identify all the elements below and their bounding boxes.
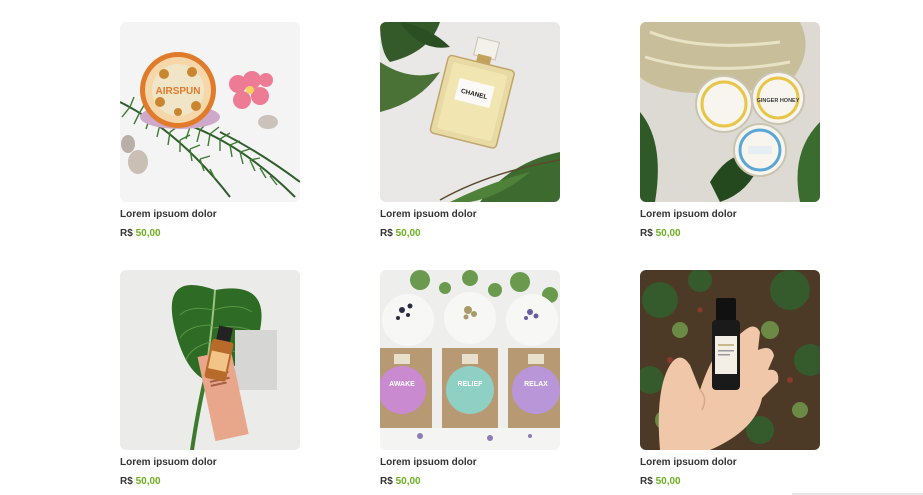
- product-price: R$ 50,00: [120, 227, 300, 240]
- product-price: R$ 50,00: [640, 227, 820, 240]
- product-image-powder[interactable]: AIRSPUN: [120, 22, 300, 202]
- bomb-label-relax: RELAX: [524, 381, 548, 388]
- price-value: 50,00: [395, 476, 421, 487]
- price-currency: R$: [640, 476, 653, 487]
- product-name[interactable]: Lorem ipsuom dolor: [380, 456, 560, 469]
- product-price: R$ 50,00: [380, 475, 560, 488]
- balms-illustration: GINGER HONEY: [640, 22, 820, 202]
- price-currency: R$: [120, 476, 133, 487]
- product-image-perfume[interactable]: CHANEL: [380, 22, 560, 202]
- powder-illustration: AIRSPUN: [120, 22, 300, 202]
- serum-leaf-illustration: [120, 270, 300, 450]
- product-card[interactable]: Lorem ipsuom dolor R$ 50,00: [120, 270, 300, 488]
- price-value: 50,00: [655, 476, 681, 487]
- price-value: 50,00: [395, 228, 421, 239]
- product-name[interactable]: Lorem ipsuom dolor: [640, 456, 820, 469]
- price-currency: R$: [380, 476, 393, 487]
- product-card[interactable]: GINGER HONEY Lorem ipsuom dolor R$ 50,00: [640, 22, 820, 240]
- bomb-label-awake: AWAKE: [389, 381, 415, 388]
- product-image-serum-leaf[interactable]: [120, 270, 300, 450]
- price-currency: R$: [640, 228, 653, 239]
- bath-bombs-illustration: AWAKE RELIEF RELAX: [380, 270, 560, 450]
- product-price: R$ 50,00: [380, 227, 560, 240]
- price-value: 50,00: [135, 476, 161, 487]
- product-price: R$ 50,00: [640, 475, 820, 488]
- product-image-balms[interactable]: GINGER HONEY: [640, 22, 820, 202]
- product-name[interactable]: Lorem ipsuom dolor: [120, 208, 300, 221]
- balm-label: GINGER HONEY: [757, 98, 800, 104]
- product-card[interactable]: CHANEL Lorem ipsuom dolor R$ 50,00: [380, 22, 560, 240]
- product-name[interactable]: Lorem ipsuom dolor: [380, 208, 560, 221]
- product-card[interactable]: AWAKE RELIEF RELAX Lorem ipsuom dolor R$…: [380, 270, 560, 488]
- product-image-hand-serum[interactable]: [640, 270, 820, 450]
- product-name[interactable]: Lorem ipsuom dolor: [120, 456, 300, 469]
- product-name[interactable]: Lorem ipsuom dolor: [640, 208, 820, 221]
- price-value: 50,00: [135, 228, 161, 239]
- price-value: 50,00: [655, 228, 681, 239]
- product-grid: AIRSPUN Lorem ipsuom dolor R$ 50,00 CHAN…: [0, 0, 923, 495]
- price-currency: R$: [120, 228, 133, 239]
- powder-brand-label: AIRSPUN: [155, 86, 200, 97]
- product-card[interactable]: AIRSPUN Lorem ipsuom dolor R$ 50,00: [120, 22, 300, 240]
- hand-serum-illustration: [640, 270, 820, 450]
- product-card[interactable]: Lorem ipsuom dolor R$ 50,00: [640, 270, 820, 488]
- perfume-illustration: CHANEL: [380, 22, 560, 202]
- price-currency: R$: [380, 228, 393, 239]
- product-price: R$ 50,00: [120, 475, 300, 488]
- product-image-bath-bombs[interactable]: AWAKE RELIEF RELAX: [380, 270, 560, 450]
- bomb-label-relief: RELIEF: [458, 381, 484, 388]
